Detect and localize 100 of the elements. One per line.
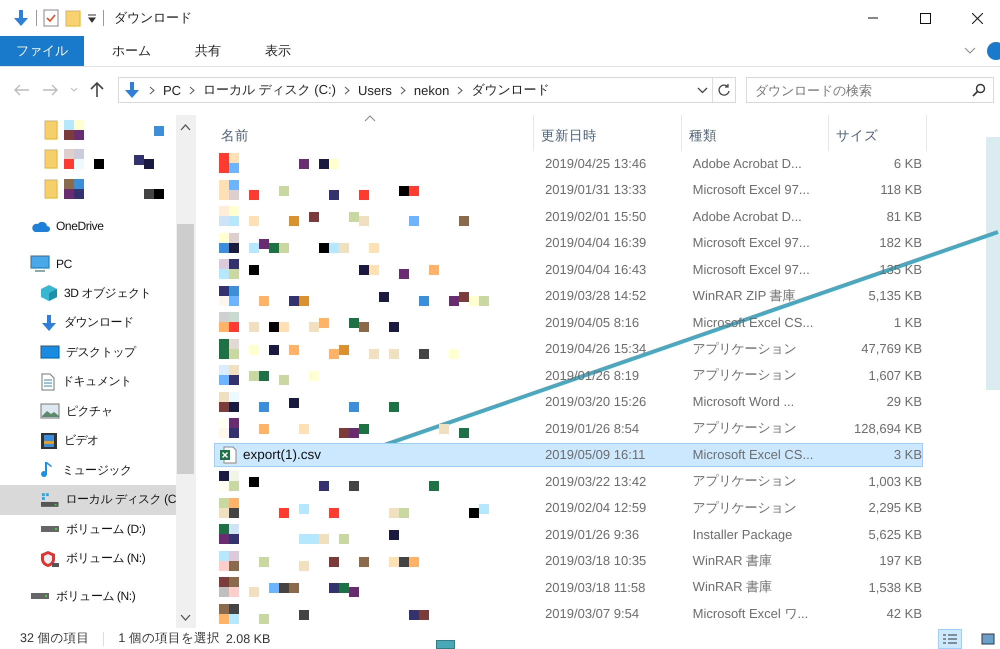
type-cell-text: アプリケーション (692, 498, 798, 517)
type-cell-text: アプリケーション (692, 472, 798, 490)
size-cell-text: 1,538 KB (868, 580, 922, 595)
window-title: ダウンロード (114, 9, 193, 27)
type-cell-text: アプリケーション (692, 366, 798, 384)
monitor-icon (30, 254, 50, 273)
spreadsheet-icon (219, 446, 237, 464)
nav-item[interactable]: ミュージック (0, 456, 176, 485)
nav-item[interactable]: ボリューム (N:) (0, 544, 176, 574)
folder-icon (44, 178, 58, 199)
ribbon-tab[interactable]: ホーム (92, 36, 171, 66)
size-cell-text: 128,694 KB (853, 420, 922, 436)
size-cell-text: 42 KB (886, 606, 922, 622)
size-cell-text: 2,295 KB (868, 500, 922, 516)
file-row[interactable]: 2019/04/04 16:39 Microsoft Excel 97... 182 KB (214, 230, 923, 255)
file-row[interactable]: 2019/01/31 13:33 Microsoft Excel 97... 118 KB (214, 178, 923, 202)
address-bar[interactable]: PC ローカル ディスク (C:) Users nekon ダウンロード (118, 77, 736, 103)
breadcrumb[interactable]: nekon (414, 82, 450, 98)
nav-item[interactable]: ドキュメント (0, 367, 176, 396)
film-icon (40, 432, 58, 450)
details-view-button[interactable] (938, 628, 962, 648)
nav-item[interactable]: OneDrive (0, 212, 176, 241)
selected-file-row[interactable]: export(1).csv 2019/05/09 16:11 Microsoft Excel CS... 3 KB (214, 442, 923, 467)
chevron-icon (149, 86, 155, 94)
chevron-icon (344, 86, 350, 94)
date-cell-text: 2019/01/31 13:33 (544, 182, 648, 198)
breadcrumb[interactable]: ダウンロード (471, 81, 550, 99)
file-row[interactable]: 2019/01/26 8:54 アプリケーション 128,694 KB (214, 416, 923, 440)
date-cell-text: 2019/03/18 11:58 (544, 580, 646, 595)
file-row[interactable]: 2019/02/04 12:59 アプリケーション 2,295 KB (214, 496, 923, 520)
square-marker (436, 640, 455, 649)
date-cell-text: 2019/04/05 8:16 (544, 314, 640, 330)
size-cell-text: 5,625 KB (868, 526, 922, 542)
date-cell-text: 2019/03/20 15:26 (544, 394, 648, 410)
column-header[interactable]: 更新日時 (534, 115, 682, 151)
cloud-icon (30, 219, 50, 234)
shield-drive-icon (40, 550, 60, 568)
file-row[interactable]: 2019/03/28 14:52 WinRAR ZIP 書庫 5,135 KB (214, 284, 923, 308)
nav-item[interactable]: ボリューム (D:) (0, 514, 176, 544)
scroll-up-icon[interactable] (180, 123, 191, 131)
scrollbar-thumb[interactable] (177, 224, 194, 474)
chevron-down-icon (697, 86, 708, 94)
file-row[interactable]: 2019/03/18 10:35 WinRAR 書庫 197 KB (214, 548, 923, 573)
drive-icon (40, 524, 60, 534)
size-cell-text: 182 KB (878, 235, 922, 250)
breadcrumb[interactable]: PC (163, 82, 182, 98)
nav-item[interactable]: 3D オブジェクト (0, 278, 176, 308)
file-row[interactable]: 2019/03/20 15:26 Microsoft Word ... 29 KB (214, 390, 923, 414)
ribbon-tab[interactable]: 共有 (175, 36, 241, 66)
nav-item[interactable]: デスクトップ (0, 338, 176, 367)
checklist-icon[interactable] (43, 9, 59, 27)
nav-item[interactable]: ダウンロード (0, 308, 176, 338)
nav-item[interactable]: ピクチャ (0, 396, 176, 426)
selection-size: 2.08 KB (226, 632, 270, 646)
search-icon (972, 83, 986, 97)
cube-icon (40, 284, 58, 302)
type-cell-text: Adobe Acrobat D... (692, 156, 803, 171)
type-cell-text: Microsoft Excel 97... (692, 182, 811, 198)
nav-item[interactable]: ローカル ディスク (C (0, 485, 176, 514)
item-count: 32 個の項目 (20, 630, 90, 647)
nav-item[interactable]: ビデオ (0, 426, 176, 456)
dropdown-icon[interactable] (87, 13, 97, 23)
type-cell-text: アプリケーション (692, 340, 798, 358)
help-icon[interactable] (986, 41, 1000, 61)
picture-icon (40, 403, 60, 420)
size-cell-text: 1,607 KB (868, 368, 922, 383)
file-row[interactable]: 2019/03/07 9:54 Microsoft Excel ワ... 42 KB (214, 602, 923, 626)
size-cell-text: 3 KB (892, 447, 922, 462)
document-icon (40, 372, 56, 391)
nav-item[interactable]: PC (0, 249, 176, 278)
file-row[interactable]: 2019/01/26 9:36 Installer Package 5,625 KB (214, 522, 923, 546)
file-menu-button[interactable]: ファイル (0, 36, 84, 66)
chevron-icon (400, 86, 406, 94)
ribbon-tab[interactable]: 表示 (245, 36, 311, 66)
type-cell-text: Microsoft Excel CS... (692, 447, 814, 462)
date-cell-text: 2019/03/07 9:54 (544, 606, 640, 622)
column-header[interactable]: 名前 (214, 115, 534, 151)
size-cell-text: 6 KB (892, 156, 922, 171)
forward-arrow-icon (42, 84, 58, 96)
type-cell-text: WinRAR 書庫 (692, 578, 774, 596)
scroll-down-icon[interactable] (180, 614, 191, 622)
file-row[interactable]: 2019/03/22 13:42 アプリケーション 1,003 KB (214, 469, 923, 494)
column-header[interactable]: 種類 (682, 115, 829, 151)
file-row[interactable]: 2019/04/26 15:34 アプリケーション 47,769 KB (214, 336, 923, 361)
breadcrumb[interactable]: ローカル ディスク (C:) (203, 81, 336, 99)
column-header[interactable]: サイズ (829, 115, 927, 151)
file-row[interactable]: 2019/02/01 15:50 Adobe Acrobat D... 81 KB (214, 204, 923, 228)
file-row[interactable]: 2019/03/18 11:58 WinRAR 書庫 1,538 KB (214, 575, 923, 600)
nav-item[interactable]: ボリューム (N:) (0, 582, 176, 611)
file-row[interactable]: 2019/04/25 13:46 Adobe Acrobat D... 6 KB (214, 151, 923, 176)
breadcrumb[interactable]: Users (358, 82, 392, 98)
search-field[interactable]: ダウンロードの検索 (746, 77, 994, 103)
size-cell-text: 197 KB (878, 553, 922, 568)
download-arrow-icon (12, 9, 30, 27)
sort-caret-icon (364, 115, 376, 122)
date-cell-text: 2019/01/26 8:54 (544, 420, 640, 436)
date-cell-text: 2019/03/18 10:35 (544, 553, 648, 568)
type-cell-text: WinRAR 書庫 (692, 552, 774, 570)
size-cell-text: 1 KB (892, 314, 922, 330)
size-cell-text: 47,769 KB (860, 341, 922, 356)
